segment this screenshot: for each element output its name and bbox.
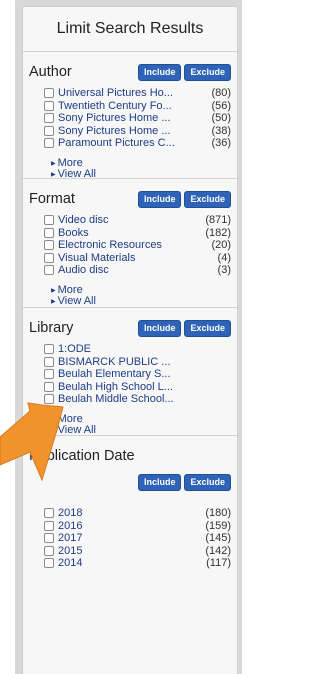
pointer-arrow-shape (0, 402, 64, 482)
pointer-arrow-icon (0, 402, 64, 482)
